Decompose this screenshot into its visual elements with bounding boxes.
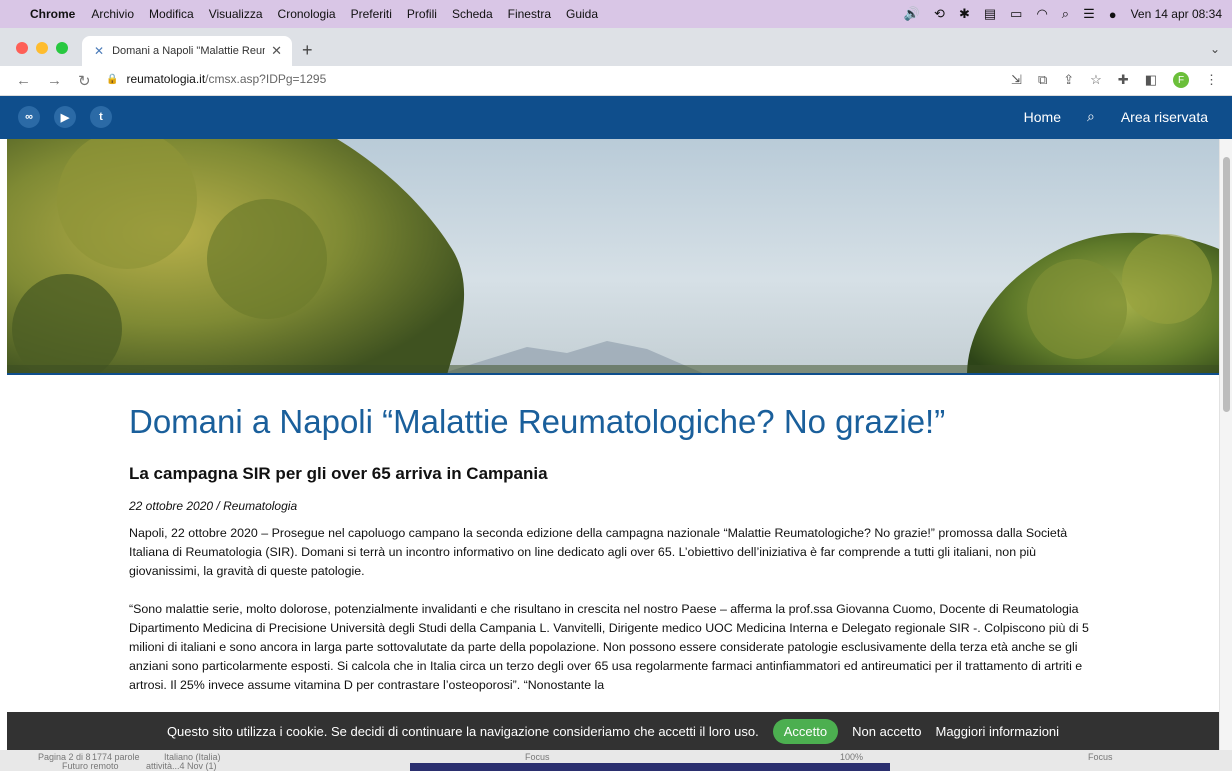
bg-zoom-label: 100%: [840, 752, 864, 762]
side-panel-icon[interactable]: ◧: [1145, 72, 1157, 88]
twitter-social-icon[interactable]: t: [90, 106, 112, 128]
site-nav: Home ⌕ Area riservata: [1024, 108, 1208, 125]
menu-archivio[interactable]: Archivio: [91, 7, 134, 21]
menu-preferiti[interactable]: Preferiti: [351, 7, 392, 21]
menu-cronologia[interactable]: Cronologia: [278, 7, 336, 21]
tab-search-chevron-icon[interactable]: ⌄: [1210, 42, 1220, 56]
bg-dock-strip: [410, 763, 890, 771]
menu-profili[interactable]: Profili: [407, 7, 437, 21]
bg-snippet-2: attività...4 Nov (1): [146, 761, 217, 771]
install-app-icon[interactable]: ⇲: [1011, 72, 1022, 88]
menu-scheda[interactable]: Scheda: [452, 7, 493, 21]
bg-focus-label-2: Focus: [1088, 752, 1113, 762]
menu-app-name[interactable]: Chrome: [30, 7, 75, 21]
bg-focus-label: Focus: [525, 752, 550, 762]
window-controls: [16, 42, 68, 54]
new-tab-button[interactable]: +: [302, 40, 313, 61]
volume-icon[interactable]: 🔊: [904, 6, 920, 22]
meta-social-icon[interactable]: ∞: [18, 106, 40, 128]
chrome-menu-icon[interactable]: ⋮: [1205, 72, 1218, 88]
cookie-banner: Questo sito utilizza i cookie. Se decidi…: [7, 712, 1219, 750]
social-links: ∞ ▶ t: [18, 106, 112, 128]
article-subtitle: La campagna SIR per gli over 65 arriva i…: [129, 464, 548, 483]
bluetooth-icon[interactable]: ✱: [959, 6, 970, 22]
url-domain: reumatologia.it: [126, 72, 206, 86]
translate-icon[interactable]: ⧉: [1038, 72, 1047, 88]
nav-reserved-area-link[interactable]: Area riservata: [1121, 109, 1208, 125]
menu-visualizza[interactable]: Visualizza: [209, 7, 263, 21]
time-machine-icon[interactable]: ⟲: [934, 6, 945, 22]
nav-buttons: ← → ↻: [16, 72, 91, 90]
keyboard-icon[interactable]: ▤: [984, 6, 996, 22]
scrollbar-thumb[interactable]: [1223, 157, 1230, 412]
profile-avatar[interactable]: F: [1173, 72, 1189, 88]
browser-tabstrip: ✕ Domani a Napoli "Malattie Reum ✕ + ⌄: [0, 28, 1232, 66]
article-paragraph-1: Napoli, 22 ottobre 2020 – Prosegue nel c…: [129, 526, 1068, 578]
hero-landscape-illustration: [7, 139, 1219, 373]
minimize-window-button[interactable]: [36, 42, 48, 54]
search-icon[interactable]: ⌕: [1087, 108, 1095, 125]
macos-menubar: Chrome Archivio Modifica Visualizza Cron…: [0, 0, 1232, 28]
back-arrow-icon[interactable]: ←: [16, 72, 31, 90]
wifi-icon[interactable]: ◠: [1036, 6, 1047, 22]
article: Domani a Napoli “Malattie Reumatologiche…: [129, 402, 1089, 695]
forward-arrow-icon[interactable]: →: [47, 72, 62, 90]
tab-close-icon[interactable]: ✕: [271, 43, 282, 59]
menu-finestra[interactable]: Finestra: [508, 7, 551, 21]
tab-title: Domani a Napoli "Malattie Reum: [112, 45, 266, 57]
menu-modifica[interactable]: Modifica: [149, 7, 194, 21]
lock-icon[interactable]: 🔒: [106, 74, 118, 85]
site-favicon-icon: ✕: [94, 44, 105, 58]
article-meta: 22 ottobre 2020 / Reumatologia: [129, 499, 298, 513]
hero-image: [7, 139, 1219, 375]
share-icon[interactable]: ⇪: [1063, 72, 1074, 88]
page-scrollbar[interactable]: [1219, 139, 1232, 771]
extensions-puzzle-icon[interactable]: ✚: [1118, 72, 1129, 88]
control-center-icon[interactable]: ☰: [1083, 6, 1095, 22]
article-title: Domani a Napoli “Malattie Reumatologiche…: [129, 403, 946, 440]
site-header: ∞ ▶ t Home ⌕ Area riservata: [0, 96, 1232, 139]
menubar-clock[interactable]: Ven 14 apr 08:34: [1131, 7, 1222, 21]
spotlight-icon[interactable]: ⌕: [1062, 6, 1069, 22]
menu-guida[interactable]: Guida: [566, 7, 598, 21]
reload-icon[interactable]: ↻: [78, 72, 91, 90]
menubar-status-area: 🔊 ⟲ ✱ ▤ ▭ ◠ ⌕ ☰ ● Ven 14 apr 08:34: [904, 0, 1222, 28]
address-bar[interactable]: 🔒 reumatologia.it/cmsx.asp?IDPg=1295: [106, 72, 326, 86]
siri-icon[interactable]: ●: [1109, 7, 1117, 22]
toolbar-actions: ⇲ ⧉ ⇪ ☆ ✚ ◧ F ⋮: [1011, 72, 1218, 88]
youtube-social-icon[interactable]: ▶: [54, 106, 76, 128]
background-window-statusbar: Pagina 2 di 8 1774 parole Italiano (Ital…: [0, 750, 1232, 771]
browser-tab-active[interactable]: ✕ Domani a Napoli "Malattie Reum ✕: [82, 36, 292, 66]
cookie-more-info-link[interactable]: Maggiori informazioni: [936, 724, 1060, 739]
cookie-decline-link[interactable]: Non accetto: [852, 724, 921, 739]
battery-icon[interactable]: ▭: [1010, 6, 1022, 22]
nav-home-link[interactable]: Home: [1024, 109, 1061, 125]
browser-toolbar: ← → ↻ 🔒 reumatologia.it/cmsx.asp?IDPg=12…: [0, 66, 1232, 96]
url-path: /cmsx.asp?IDPg=1295: [205, 72, 327, 86]
cookie-accept-button[interactable]: Accetto: [772, 718, 839, 744]
cookie-message: Questo sito utilizza i cookie. Se decidi…: [166, 723, 759, 739]
zoom-window-button[interactable]: [56, 42, 68, 54]
close-window-button[interactable]: [16, 42, 28, 54]
article-paragraph-2: “Sono malattie serie, molto dolorose, po…: [129, 602, 1089, 692]
bg-snippet: Futuro remoto: [62, 761, 119, 771]
bookmark-star-icon[interactable]: ☆: [1090, 72, 1102, 88]
